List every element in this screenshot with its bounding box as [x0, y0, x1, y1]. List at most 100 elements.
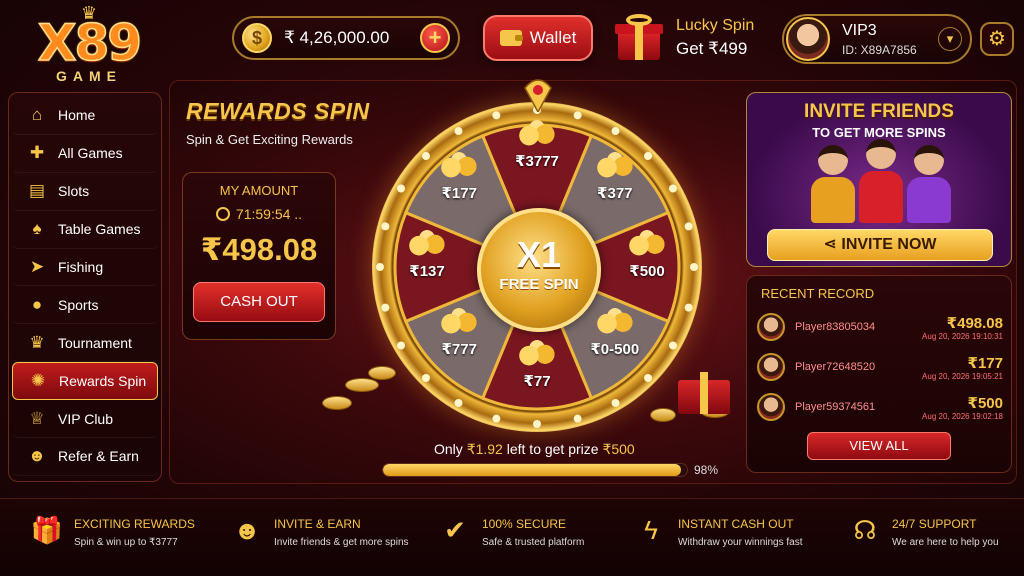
hub-label: FREE SPIN	[499, 276, 579, 293]
sidebar-item-all-games[interactable]: ✚ All Games	[12, 135, 158, 173]
sidebar-item-fishing[interactable]: ➤ Fishing	[12, 249, 158, 287]
sidebar-item-label: All Games	[58, 145, 123, 162]
prize-icon	[594, 152, 635, 179]
hub-multiplier: X1	[516, 234, 562, 275]
cash-out-button[interactable]: CASH OUT	[193, 282, 325, 322]
prize-icon	[439, 152, 480, 179]
prize-icon	[627, 230, 667, 256]
vip-level: VIP3	[842, 21, 877, 39]
sidebar-item-vip-club[interactable]: ♕ VIP Club	[12, 400, 158, 439]
progress-prefix: Only	[434, 441, 467, 457]
wheel-segment-label: ₹3777	[515, 153, 559, 170]
sidebar-item-slots[interactable]: ▤ Slots	[12, 173, 158, 211]
sidebar-item-label: Fishing	[58, 259, 104, 275]
recent-record-title: RECENT RECORD	[761, 286, 875, 301]
sidebar-item-label: Sports	[58, 296, 99, 313]
feature-title: INVITE & EARN	[274, 517, 361, 531]
feature-item: ☊ 24/7 SUPPORT We are here to help you	[848, 513, 998, 548]
wheel-pointer-icon	[524, 79, 552, 112]
friends-illustration	[807, 139, 957, 225]
feature-item: ✔ 100% SECURE Safe & trusted platform	[438, 513, 584, 548]
wheel-segment-label: ₹377	[597, 185, 633, 203]
wallet-button[interactable]: Wallet	[483, 15, 593, 61]
rim-light	[421, 151, 430, 160]
cards-icon: ♠	[32, 219, 42, 239]
prize-icon	[407, 230, 447, 256]
sidebar-item-label: VIP Club	[58, 410, 113, 427]
my-amount-value: ₹498.08	[200, 232, 318, 267]
rim-light	[421, 374, 430, 383]
view-all-button[interactable]: VIEW ALL	[807, 432, 951, 460]
wheel-segment-label: ₹77	[523, 373, 551, 390]
prize-progress-bar	[382, 463, 688, 477]
progress-middle: left to get prize	[502, 441, 603, 457]
sidebar-item-label: Rewards Spin	[59, 373, 147, 390]
feature-item: ϟ INSTANT CASH OUT Withdraw your winnings …	[634, 513, 803, 548]
invite-now-button[interactable]: ⋖ INVITE NOW	[767, 229, 993, 261]
trophy-icon: ♛	[29, 332, 45, 352]
player-name: Player72648520	[795, 361, 876, 373]
sidebar-item-refer-earn[interactable]: ☻ Refer & Earn	[12, 438, 158, 476]
list-item: Player59374561 ₹500 Aug 20, 2026 19:02:18	[757, 390, 1003, 424]
rim-light	[533, 420, 541, 428]
spin-wheel[interactable]: X1 FREE SPIN ₹3777 ₹377 ₹500 ₹0-500 ₹77 ₹777 ₹…	[360, 78, 716, 434]
rim-light	[573, 414, 582, 423]
rim-light	[611, 398, 620, 407]
user-profile[interactable]: VIP3 ID: X89A7856 ▾	[782, 14, 972, 64]
sidebar-item-tournament[interactable]: ♛ Tournament	[12, 324, 158, 363]
share-icon: ⋖	[823, 236, 842, 253]
lucky-spin-promo[interactable]: Lucky Spin Get ₹499	[614, 10, 764, 66]
prize-progress-text: Only ₹1.92 left to get prize ₹500	[434, 441, 635, 458]
lucky-spin-prize: Get ₹499	[676, 39, 748, 58]
sidebar-item-sports[interactable]: ● Sports	[12, 286, 158, 325]
sidebar-nav: ⌂ Home ✚ All Games ▤ Slots ♠ Table Games ➤ Fishin…	[8, 92, 162, 482]
balance-display: $ ₹ 4,26,000.00 +	[232, 16, 460, 60]
crown-icon: ♕	[29, 408, 45, 428]
list-item: Player72648520 ₹177 Aug 20, 2026 19:05:21	[757, 350, 1003, 384]
coin-icon: $	[242, 23, 272, 53]
feature-description: Withdraw your winnings fast	[678, 537, 803, 548]
slots-icon: ▤	[28, 181, 46, 201]
sidebar-item-label: Tournament	[58, 334, 132, 351]
features-footer: 🎁 EXCITING REWARDS Spin & win up to ₹3777 ☻…	[0, 498, 1024, 576]
rim-light	[644, 151, 653, 160]
progress-prize: ₹500	[602, 441, 635, 457]
wallet-icon	[499, 30, 523, 46]
countdown-timer: 71:59:54 ..	[183, 206, 335, 222]
page-title: REWARDS SPIN	[186, 98, 370, 124]
add-funds-button[interactable]: +	[420, 23, 450, 53]
page-subtitle: Spin & Get Exciting Rewards	[186, 132, 353, 147]
timer-value: 71:59:54 ..	[235, 206, 303, 222]
rim-light	[684, 303, 693, 312]
gamepad-icon: ✚	[29, 143, 45, 163]
feature-title: 100% SECURE	[482, 517, 567, 531]
sidebar-item-label: Slots	[58, 183, 90, 200]
avatar	[757, 393, 785, 421]
sidebar-item-home[interactable]: ⌂ Home	[12, 97, 158, 135]
prize-icon	[517, 340, 557, 366]
wheel-segment-label: ₹177	[441, 185, 477, 203]
feature-description: Invite friends & get more spins	[274, 537, 409, 548]
people-icon: ☻	[233, 515, 261, 545]
avatar	[786, 17, 830, 61]
feature-title: 24/7 SUPPORT	[892, 517, 977, 531]
feature-description: Safe & trusted platform	[482, 537, 585, 548]
win-timestamp: Aug 20, 2026 19:02:18	[922, 411, 1003, 421]
recent-record-panel: RECENT RECORD VIEW ALL Player83805034 ₹49…	[746, 275, 1012, 473]
sidebar-item-rewards-spin[interactable]: ✺ Rewards Spin	[12, 362, 158, 401]
sidebar-item-label: Refer & Earn	[58, 448, 139, 465]
sidebar-item-label: Home	[58, 107, 96, 124]
gear-icon[interactable]: ⚙	[980, 22, 1014, 56]
wheel-icon: ✺	[30, 371, 46, 391]
chevron-down-icon[interactable]: ▾	[938, 27, 962, 51]
feature-title: INSTANT CASH OUT	[678, 517, 794, 531]
sidebar-item-table-games[interactable]: ♠ Table Games	[12, 211, 158, 249]
home-icon: ⌂	[31, 105, 43, 125]
feature-title: EXCITING REWARDS	[74, 517, 195, 531]
my-amount-card: MY AMOUNT 71:59:54 .. ₹498.08 CASH OUT	[182, 172, 336, 340]
gift-box-decoration	[676, 368, 734, 414]
logo-subtext: GAME	[56, 68, 122, 84]
app-logo[interactable]: ♛ X89 GAME	[14, 4, 164, 86]
spin-button[interactable]: X1 FREE SPIN	[477, 208, 601, 332]
player-name: Player83805034	[795, 321, 876, 333]
